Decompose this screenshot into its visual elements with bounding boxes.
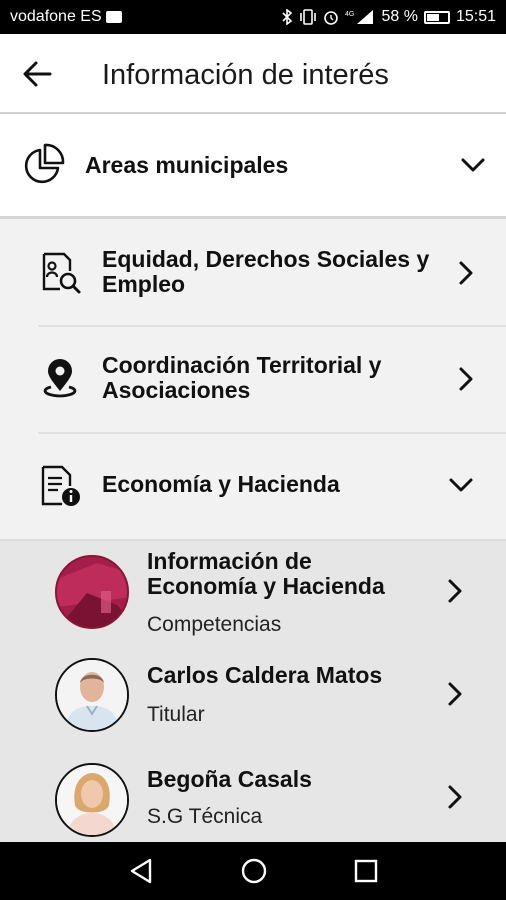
document-info-icon (41, 465, 80, 506)
entry-row-begona[interactable]: Begoña Casals S.G Técnica (0, 748, 506, 842)
chevron-right-icon (448, 785, 462, 809)
page-title: Información de interés (102, 59, 389, 91)
avatar (55, 658, 129, 732)
chevron-right-icon (448, 579, 462, 603)
chevron-right-icon (448, 682, 462, 706)
bluetooth-icon (282, 9, 293, 25)
mail-icon (105, 11, 122, 23)
department-label: Economía y Hacienda (102, 471, 340, 497)
department-row-equidad[interactable]: Equidad, Derechos Sociales y Empleo (0, 219, 506, 327)
alarm-icon (324, 11, 339, 25)
carrier-label: vodafone ES (10, 8, 102, 25)
chevron-right-icon (459, 367, 473, 391)
chevron-right-icon (459, 261, 473, 285)
entry-subtitle: S.G Técnica (147, 805, 263, 828)
entry-subtitle: Titular (147, 703, 205, 726)
department-row-economia[interactable]: Economía y Hacienda (0, 434, 506, 539)
avatar (55, 763, 129, 837)
battery-icon (423, 10, 450, 24)
nav-back-icon[interactable] (128, 857, 154, 885)
entry-row-carlos[interactable]: Carlos Caldera Matos Titular (0, 645, 506, 748)
document-search-icon (42, 252, 81, 294)
avatar (55, 555, 129, 629)
nav-home-icon[interactable] (240, 857, 268, 885)
chevron-down-icon (449, 478, 473, 492)
department-row-coordinacion[interactable]: Coordinación Territorial y Asociaciones (0, 327, 506, 434)
areas-municipales-row[interactable]: Areas municipales (0, 114, 506, 219)
clock: 15:51 (455, 8, 496, 25)
areas-label: Areas municipales (85, 152, 289, 178)
department-label: Coordinación Territorial y Asociaciones (102, 352, 382, 403)
svg-text:4G: 4G (345, 11, 354, 18)
entry-title: Begoña Casals (147, 766, 312, 792)
app-bar: Información de interés (0, 34, 506, 114)
map-pin-icon (43, 359, 77, 398)
entry-title: Carlos Caldera Matos (147, 662, 383, 688)
back-arrow-icon[interactable] (20, 56, 56, 92)
nav-recents-icon[interactable] (353, 858, 379, 884)
vibrate-icon (300, 9, 317, 25)
entry-title: Información de Economía y Hacienda (147, 548, 385, 599)
system-nav-bar (0, 842, 506, 900)
entry-row-informacion[interactable]: Información de Economía y Hacienda Compe… (0, 539, 506, 645)
entry-subtitle: Competencias (147, 613, 282, 636)
department-label: Equidad, Derechos Sociales y Empleo (102, 246, 430, 297)
pie-chart-icon (24, 143, 65, 184)
signal-icon: 4G (345, 10, 374, 24)
battery-percent: 58 % (381, 8, 418, 25)
status-bar: vodafone ES 4G 58 % 15:51 (0, 0, 506, 34)
chevron-down-icon (461, 158, 485, 172)
